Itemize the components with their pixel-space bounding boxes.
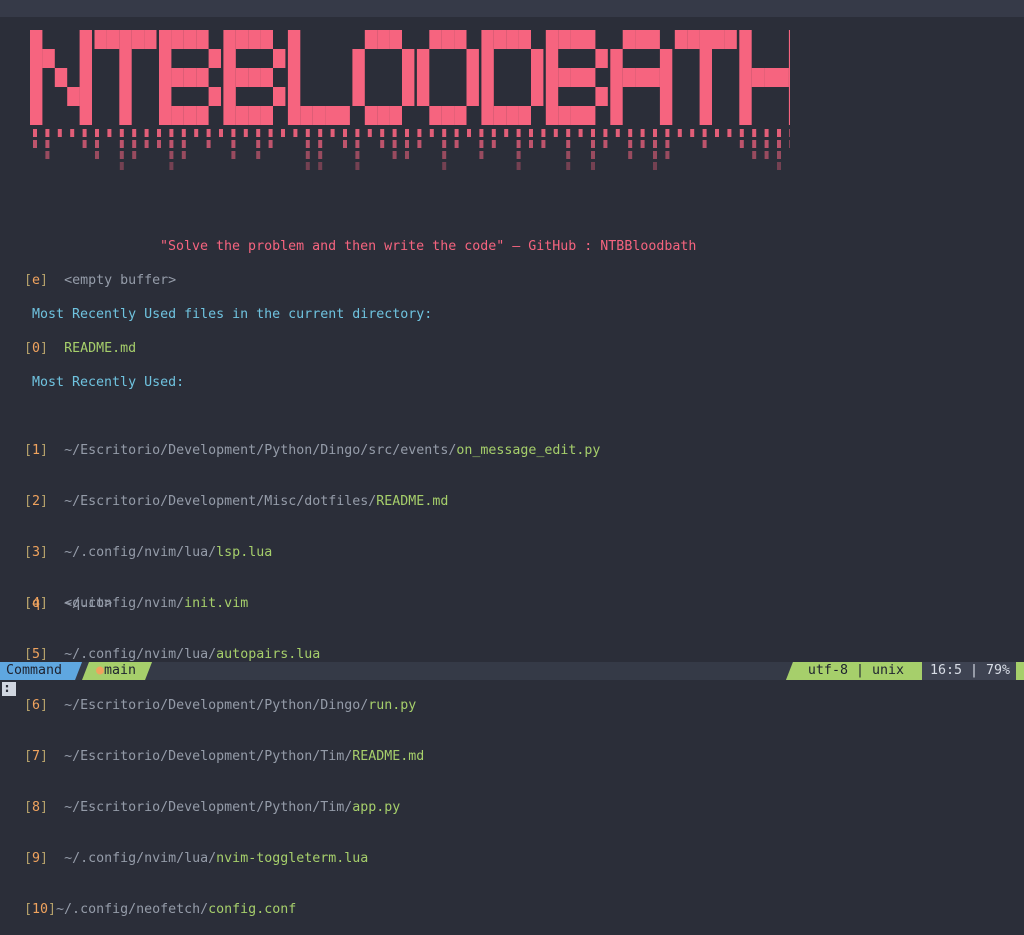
mru-entry-5[interactable]: [5] ~/.config/nvim/lua/autopairs.lua (24, 646, 600, 663)
cwd-file-key: 0 (32, 341, 41, 356)
mru-entry-10[interactable]: [10]~/.config/neofetch/config.conf (24, 901, 600, 918)
startify-quote: "Solve the problem and then write the co… (160, 239, 697, 254)
mru-key: 8 (32, 800, 41, 815)
mru-dir: ~/.config/nvim/lua/ (64, 647, 217, 662)
mru-entry-8[interactable]: [8] ~/Escritorio/Development/Python/Tim/… (24, 799, 600, 816)
cwd-file-entry[interactable]: [0] README.md (24, 340, 136, 357)
mru-file: README.md (352, 749, 425, 764)
window-top-bar (0, 0, 1024, 17)
mru-file: lsp.lua (216, 545, 273, 560)
empty-buffer-key: e (32, 273, 41, 288)
mru-file: config.conf (208, 902, 297, 917)
git-branch-name: main (104, 663, 137, 678)
mru-dir: ~/Escritorio/Development/Python/Dingo/ (64, 698, 369, 713)
command-prompt: : (3, 681, 12, 696)
git-branch-icon: ● (96, 663, 105, 678)
mru-key: 6 (32, 698, 41, 713)
banner-art (30, 30, 790, 170)
mru-entry-6[interactable]: [6] ~/Escritorio/Development/Python/Ding… (24, 697, 600, 714)
mru-file: app.py (352, 800, 401, 815)
mru-heading: Most Recently Used: (32, 375, 185, 390)
mru-key: 3 (32, 545, 41, 560)
cursor-position: 16:5 | 79% (921, 662, 1016, 680)
mru-entry-3[interactable]: [3] ~/.config/nvim/lua/lsp.lua (24, 544, 600, 561)
banner-drips (33, 129, 790, 170)
ascii-art-banner (30, 30, 790, 210)
quit-label: <quit> (64, 596, 113, 611)
mru-dir: ~/.config/nvim/lua/ (64, 851, 217, 866)
mru-dir: ~/.config/neofetch/ (56, 902, 209, 917)
git-branch: ●main (82, 662, 152, 680)
cwd-files-heading: Most Recently Used files in the current … (32, 307, 433, 322)
mru-dir: ~/Escritorio/Development/Python/Tim/ (64, 749, 353, 764)
command-line[interactable] (0, 680, 1024, 698)
empty-buffer-label: <empty buffer> (64, 273, 177, 288)
mru-key: 2 (32, 494, 41, 509)
mru-key: 7 (32, 749, 41, 764)
mru-dir: ~/.config/nvim/lua/ (64, 545, 217, 560)
mru-entry-1[interactable]: [1] ~/Escritorio/Development/Python/Ding… (24, 442, 600, 459)
mru-dir: ~/Escritorio/Development/Python/Tim/ (64, 800, 353, 815)
quit-entry[interactable]: [q] <quit> (24, 595, 112, 612)
quit-key: q (32, 596, 41, 611)
mru-dir: ~/Escritorio/Development/Misc/dotfiles/ (64, 494, 377, 509)
statusline: Command ●main utf-8 | unix 16:5 | 79% (0, 662, 1024, 680)
statusline-end-cap (1016, 662, 1024, 680)
mru-file: README.md (376, 494, 449, 509)
cwd-file-name: README.md (64, 341, 137, 356)
mru-file: autopairs.lua (216, 647, 321, 662)
mru-key: 5 (32, 647, 41, 662)
mru-file: on_message_edit.py (456, 443, 601, 458)
mru-file: run.py (368, 698, 417, 713)
mru-entry-2[interactable]: [2] ~/Escritorio/Development/Misc/dotfil… (24, 493, 600, 510)
mru-file: nvim-toggleterm.lua (216, 851, 369, 866)
mode-indicator: Command (0, 662, 82, 680)
mru-entry-7[interactable]: [7] ~/Escritorio/Development/Python/Tim/… (24, 748, 600, 765)
mru-key: 1 (32, 443, 41, 458)
mru-dir: ~/Escritorio/Development/Python/Dingo/sr… (64, 443, 457, 458)
mru-entry-9[interactable]: [9] ~/.config/nvim/lua/nvim-toggleterm.l… (24, 850, 600, 867)
empty-buffer-entry[interactable]: [e] <empty buffer> (24, 272, 176, 289)
mru-key: 10 (32, 902, 49, 917)
banner-letters (30, 30, 790, 125)
mru-file: init.vim (184, 596, 249, 611)
mru-key: 9 (32, 851, 41, 866)
file-encoding: utf-8 | unix (785, 662, 922, 680)
